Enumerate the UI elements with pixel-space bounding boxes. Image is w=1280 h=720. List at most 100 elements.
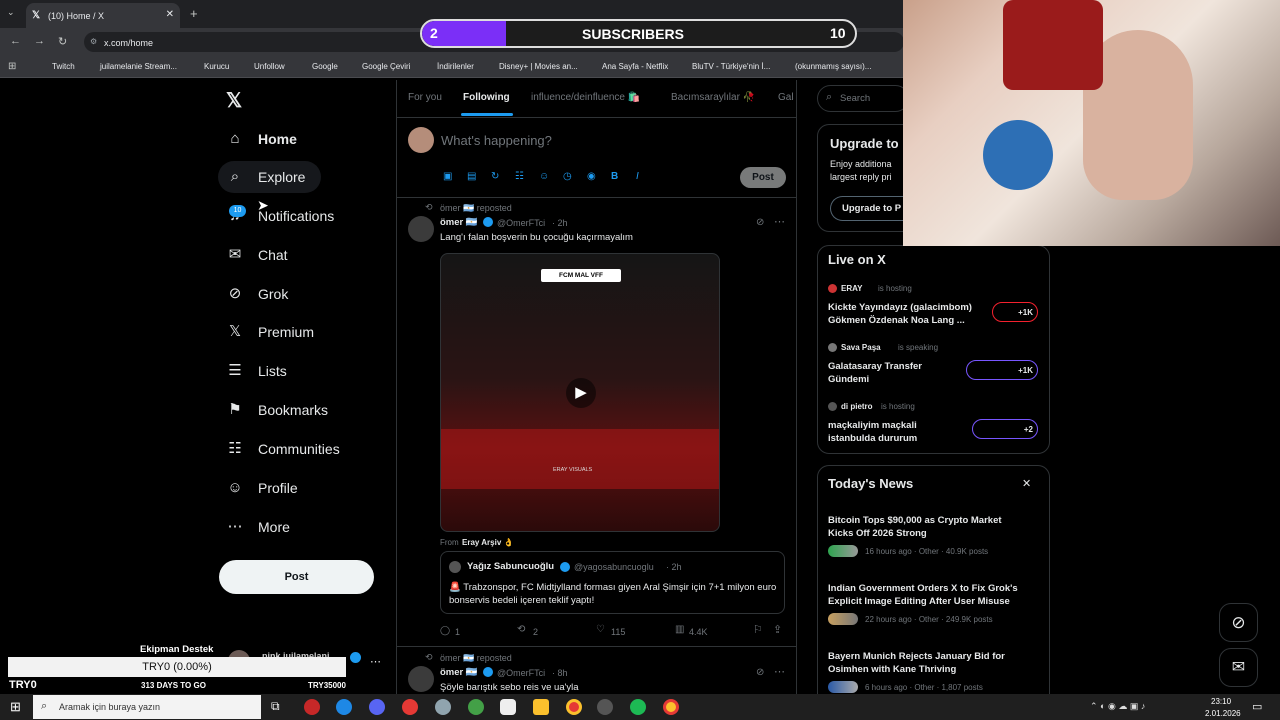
browser-tab[interactable]: 𝕏 (10) Home / X ✕	[26, 3, 180, 28]
tray-icons[interactable]: ⌃ ◐ ◉ ☁ ▣ ♪	[1090, 701, 1145, 712]
live3-title-2[interactable]: istanbulda dururum	[828, 432, 917, 445]
nav-communities[interactable]: ☷ Communities	[226, 436, 339, 462]
new-tab-icon[interactable]: +	[190, 6, 198, 21]
live2-title-2[interactable]: Gündemi	[828, 373, 869, 386]
search-field[interactable]: ⌕ Search	[817, 85, 909, 112]
compose-input[interactable]: What's happening?	[441, 133, 552, 148]
task-view-icon[interactable]: ⧉	[271, 699, 280, 714]
live3-host[interactable]: di pietro	[841, 402, 873, 411]
nav-chat[interactable]: ✉ Chat	[226, 242, 288, 268]
post1-avatar[interactable]	[408, 216, 434, 242]
live1-host[interactable]: ERAY	[841, 284, 863, 293]
spotify-icon[interactable]	[630, 699, 646, 715]
tab-gala[interactable]: Gala	[778, 92, 794, 103]
app-icon-7[interactable]	[500, 699, 516, 715]
nav-lists[interactable]: ☰ Lists	[226, 358, 287, 384]
news3-title-1[interactable]: Bayern Munich Rejects January Bid for	[828, 650, 1005, 663]
retweet-icon[interactable]: ⟲	[517, 624, 525, 635]
post1-more-icon[interactable]: ⋯	[774, 215, 785, 228]
post2-avatar[interactable]	[408, 666, 434, 692]
bookmark-indirilenler[interactable]: İndirilenler	[437, 62, 474, 71]
post2-more-icon[interactable]: ⋯	[774, 665, 785, 678]
tab-search-icon[interactable]: ⌄	[7, 7, 15, 18]
opera-icon[interactable]	[402, 699, 418, 715]
files-icon[interactable]	[533, 699, 549, 715]
bookmark-twitch[interactable]: Twitch	[52, 62, 75, 71]
forward-icon[interactable]: →	[34, 35, 45, 47]
nav-grok[interactable]: ⊘ Grok	[226, 281, 289, 307]
like-icon[interactable]: ♡	[596, 624, 605, 635]
news1-title-2[interactable]: Kicks Off 2026 Strong	[828, 527, 927, 540]
emoji-icon[interactable]: ☺	[539, 171, 549, 182]
bookmark-juilamelanie[interactable]: juilamelanie Stream...	[100, 62, 177, 71]
bookmark-unfollow[interactable]: Unfollow	[254, 62, 285, 71]
messages-float-icon[interactable]: ✉	[1219, 648, 1258, 687]
quote-tweet[interactable]: Yağız Sabuncuoğlu @yagosabuncuoglu · 2h …	[440, 551, 785, 614]
apps-icon[interactable]: ⊞	[8, 61, 16, 72]
account-menu-icon[interactable]: ⋯	[370, 655, 381, 668]
live2-host[interactable]: Sava Paşa	[841, 343, 881, 352]
nav-home[interactable]: ⌂ Home	[226, 126, 296, 152]
site-info-icon[interactable]: ⚙	[90, 37, 97, 46]
live2-title-1[interactable]: Galatasaray Transfer	[828, 360, 922, 373]
notification-center-icon[interactable]: ▭	[1252, 700, 1262, 713]
news-close-icon[interactable]: ✕	[1022, 477, 1031, 490]
media-icon[interactable]: ▣	[443, 171, 452, 182]
nav-profile[interactable]: ☺ Profile	[226, 475, 297, 501]
post1-grok-icon[interactable]: ⊘	[756, 217, 764, 228]
xbox-icon[interactable]	[468, 699, 484, 715]
post2-author[interactable]: ömer 🇦🇷	[440, 667, 478, 678]
live1-listeners[interactable]: +1K	[992, 302, 1038, 322]
news2-title-1[interactable]: Indian Government Orders X to Fix Grok's	[828, 582, 1018, 595]
bookmark-disney[interactable]: Disney+ | Movies an...	[499, 62, 578, 71]
news2-title-2[interactable]: Explicit Image Editing After User Misuse	[828, 595, 1010, 608]
italic-icon[interactable]: I	[636, 171, 639, 182]
nav-bookmarks[interactable]: ⚑ Bookmarks	[226, 397, 328, 423]
back-icon[interactable]: ←	[10, 35, 21, 47]
post1-bookmark-icon[interactable]: ⚐	[753, 623, 763, 636]
tab-bacimsaraylilar[interactable]: Bacımsaraylılar 🥀	[671, 92, 755, 103]
chrome-icon-2[interactable]	[663, 699, 679, 715]
play-icon[interactable]: ▶	[566, 378, 596, 408]
close-tab-icon[interactable]: ✕	[166, 9, 174, 20]
tab-influence[interactable]: influence/deinfluence 🛍️	[531, 92, 640, 103]
chrome-icon[interactable]	[566, 699, 582, 715]
reload-icon[interactable]: ↻	[58, 35, 67, 48]
post1-video[interactable]: FCM MAL VFF ▶ ERAY VISUALS	[440, 253, 720, 532]
obs-icon[interactable]	[597, 699, 613, 715]
news1-title-1[interactable]: Bitcoin Tops $90,000 as Crypto Market	[828, 514, 1002, 527]
discord-icon[interactable]	[369, 699, 385, 715]
live3-listeners[interactable]: +2	[972, 419, 1038, 439]
bookmark-google[interactable]: Google	[312, 62, 338, 71]
post2-handle[interactable]: @OmerFTci	[497, 668, 545, 678]
location-icon[interactable]: ◉	[587, 171, 596, 182]
tab-following[interactable]: Following	[463, 92, 510, 103]
app-icon-5[interactable]	[435, 699, 451, 715]
news3-title-2[interactable]: Osimhen with Kane Thriving	[828, 663, 956, 676]
post2-time[interactable]: · 8h	[552, 668, 568, 678]
nav-premium[interactable]: 𝕏 Premium	[226, 319, 314, 345]
live2-listeners[interactable]: +1K	[966, 360, 1038, 380]
bookmark-okunmamis[interactable]: (okunmamış sayısı)...	[795, 62, 871, 71]
app-icon-1[interactable]	[304, 699, 320, 715]
post-button[interactable]: Post	[219, 560, 374, 594]
bookmark-blutv[interactable]: BluTV - Türkiye'nin İ...	[692, 62, 770, 71]
bold-icon[interactable]: B	[611, 171, 618, 182]
reply-icon[interactable]: ◯	[440, 625, 450, 636]
windows-start-icon[interactable]: ⊞	[10, 699, 21, 715]
views-icon[interactable]: ▥	[675, 624, 684, 635]
nav-more[interactable]: ⋯ More	[226, 514, 290, 540]
bookmark-netflix[interactable]: Ana Sayfa - Netflix	[602, 62, 668, 71]
taskbar-search[interactable]: ⌕ Aramak için buraya yazın	[33, 695, 261, 719]
post2-grok-icon[interactable]: ⊘	[756, 667, 764, 678]
post1-from-name[interactable]: Eray Arşiv 👌	[462, 538, 513, 547]
live1-title-2[interactable]: Gökmen Özdenak Noa Lang ...	[828, 314, 965, 327]
post1-time[interactable]: · 2h	[552, 218, 568, 228]
grok-float-icon[interactable]: ⊘	[1219, 603, 1258, 642]
upgrade-button[interactable]: Upgrade to P	[830, 196, 910, 221]
schedule-icon[interactable]: ◷	[563, 171, 572, 182]
live1-title-1[interactable]: Kickte Yayındayız (galacimbom)	[828, 301, 972, 314]
compose-post-button[interactable]: Post	[740, 167, 786, 188]
x-logo-icon[interactable]: 𝕏	[226, 88, 242, 113]
tab-for-you[interactable]: For you	[408, 92, 442, 103]
